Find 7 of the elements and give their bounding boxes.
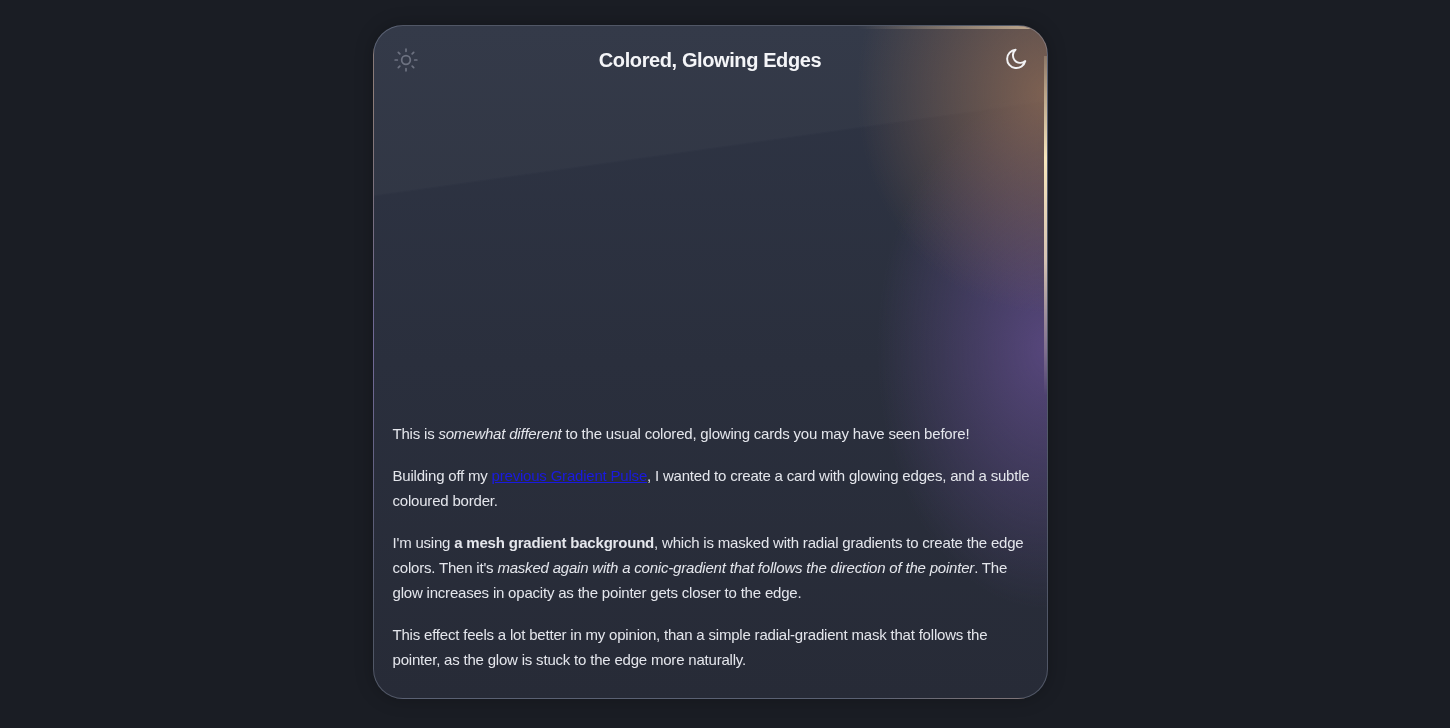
paragraph: Building off my previous Gradient Pulse, I wanted to create a card with glowing edges, and a subtle coloured border. [392,466,1031,511]
sun-icon[interactable] [392,47,419,73]
paragraph: I'm using a mesh gradient background, which is masked with radial gradients to create the edge colors. Then it's masked again with a conic-gradient that follows the direction of the pointer. The glow increases in opacity as the pointer gets closer to the edge. [392,533,1025,603]
paragraph: This effect feels a lot better in my opinion, than a simple radial-gradient mask that follows the pointer, as the glow is stuck to the edge more naturally. [392,625,989,670]
card-title: Colored, Glowing Edges [597,48,823,72]
paragraph: This is somewhat different to the usual colored, glowing cards you may have seen before! [392,424,971,444]
link[interactable]: previous Gradient Pulse [491,467,648,484]
